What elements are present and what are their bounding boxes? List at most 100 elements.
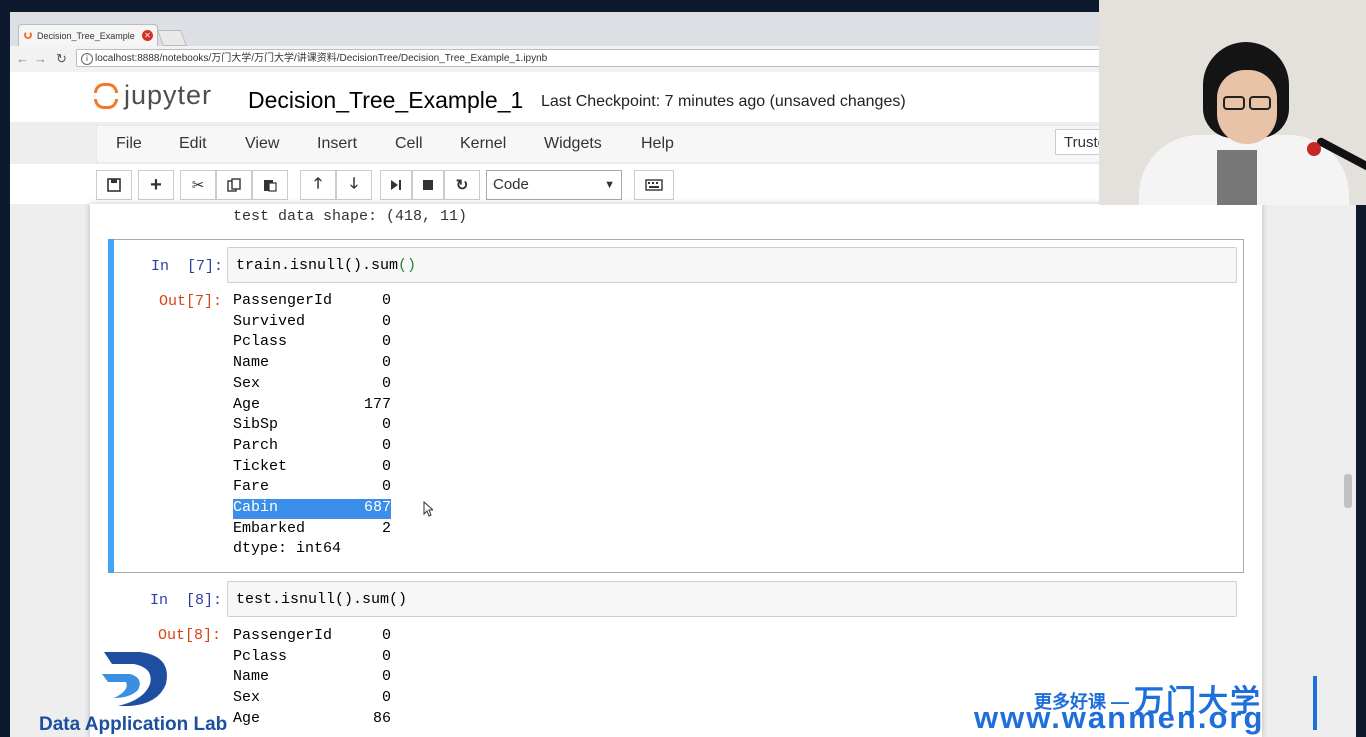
code-text-8: test.isnull().sum() bbox=[236, 591, 408, 608]
output-7-row-value: 0 bbox=[381, 312, 391, 330]
jupyter-logo-icon bbox=[94, 81, 118, 111]
output-7-row-value: 177 bbox=[363, 395, 391, 413]
output-8-row-value: 0 bbox=[381, 647, 391, 665]
menu-insert[interactable]: Insert bbox=[317, 135, 357, 153]
menu-widgets[interactable]: Widgets bbox=[544, 135, 602, 153]
paste-icon bbox=[264, 180, 277, 192]
move-down-button[interactable]: 🡓 bbox=[336, 170, 372, 200]
browser-tab-title: Decision_Tree_Example bbox=[37, 30, 135, 41]
cut-button[interactable]: ✂ bbox=[180, 170, 216, 200]
in-prompt-7: In [7]: bbox=[151, 258, 224, 275]
notebook-title[interactable]: Decision_Tree_Example_1 bbox=[248, 87, 523, 114]
menu-edit[interactable]: Edit bbox=[179, 135, 207, 153]
code-cell-7[interactable]: In [7]: train.isnull().sum() Out[7]: Pas… bbox=[108, 239, 1244, 573]
in-prompt-8: In [8]: bbox=[150, 592, 223, 609]
output-7-row-key: SibSp bbox=[233, 416, 279, 434]
refresh-icon: ↻ bbox=[455, 177, 469, 194]
scrollbar-thumb[interactable] bbox=[1344, 474, 1352, 508]
output-7-row-value: 0 bbox=[381, 333, 391, 351]
output-7-row: Embarked 2 bbox=[233, 520, 391, 540]
output-7-row: SibSp 0 bbox=[233, 416, 391, 436]
code-input-7[interactable]: train.isnull().sum() bbox=[227, 247, 1237, 283]
output-7-row-value: 0 bbox=[381, 436, 391, 454]
interrupt-button[interactable] bbox=[412, 170, 444, 200]
insert-cell-button[interactable]: + bbox=[138, 170, 174, 200]
output-8-row-value: 0 bbox=[381, 668, 391, 686]
menu-help[interactable]: Help bbox=[641, 135, 674, 153]
output-8-row: Name 0 bbox=[233, 668, 391, 688]
output-7-row-key: Parch bbox=[233, 436, 279, 454]
back-icon[interactable]: ← bbox=[16, 51, 29, 66]
jupyter-logo-text: jupyter bbox=[124, 80, 213, 110]
output-8-row: Sex 0 bbox=[233, 689, 391, 709]
reload-icon[interactable]: ↻ bbox=[56, 51, 67, 67]
data-application-lab-text: Data Application Lab bbox=[39, 714, 228, 735]
command-palette-button[interactable] bbox=[634, 170, 674, 200]
info-icon[interactable]: i bbox=[81, 53, 93, 65]
previous-output: test data shape: (418, 11) bbox=[233, 208, 468, 225]
output-8-row-value: 0 bbox=[381, 627, 391, 644]
output-8-row-key: Name bbox=[233, 668, 270, 686]
output-7-row-key: Embarked bbox=[233, 519, 306, 537]
output-7-row: Sex 0 bbox=[233, 375, 391, 395]
jupyter-logo[interactable]: jupyter bbox=[94, 80, 212, 111]
output-7-row-key: Cabin bbox=[233, 499, 279, 516]
output-7-row-value: 0 bbox=[381, 354, 391, 372]
forward-icon[interactable]: → bbox=[34, 51, 47, 66]
move-up-button[interactable]: 🡑 bbox=[300, 170, 336, 200]
code-text-7: train.isnull().sum() bbox=[236, 257, 417, 274]
restart-button[interactable]: ↻ bbox=[444, 170, 480, 200]
output-7-row-key: Fare bbox=[233, 478, 270, 496]
selected-cell-indicator bbox=[108, 239, 114, 573]
new-tab-button[interactable] bbox=[157, 30, 187, 46]
data-application-lab-logo bbox=[102, 652, 167, 706]
run-button[interactable] bbox=[380, 170, 412, 200]
output-7-row: Parch 0 bbox=[233, 437, 391, 457]
output-7-row-key: Sex bbox=[233, 374, 261, 392]
menu-file[interactable]: File bbox=[116, 135, 142, 153]
watermark-divider bbox=[1313, 676, 1317, 730]
output-7-row-key: PassengerId bbox=[233, 292, 333, 309]
output-7-row-key: Ticket bbox=[233, 457, 288, 475]
output-7-row-key: Age bbox=[233, 395, 261, 413]
output-8-row-key: Age bbox=[233, 709, 261, 727]
keyboard-icon bbox=[645, 179, 663, 191]
output-7-row-value: 0 bbox=[381, 374, 391, 392]
output-7-row: Age 177 bbox=[233, 396, 391, 416]
stop-icon bbox=[423, 180, 433, 190]
arrow-down-icon: 🡓 bbox=[350, 174, 358, 192]
notebook-page: test data shape: (418, 11) In [7]: train… bbox=[90, 204, 1262, 737]
cell-type-select[interactable]: Code ▼ bbox=[486, 170, 622, 200]
copy-icon bbox=[227, 178, 241, 192]
webcam-overlay bbox=[1099, 0, 1366, 205]
copy-button[interactable] bbox=[216, 170, 252, 200]
jupyter-favicon-icon bbox=[24, 31, 32, 39]
browser-tab[interactable]: Decision_Tree_Example ✕ bbox=[18, 24, 158, 46]
output-8-row: Age 86 bbox=[233, 710, 391, 730]
output-7-row-value: 2 bbox=[381, 519, 391, 537]
output-7-row-value: 0 bbox=[381, 292, 391, 309]
menu-cell[interactable]: Cell bbox=[395, 135, 423, 153]
close-tab-icon[interactable]: ✕ bbox=[142, 30, 153, 41]
save-button[interactable] bbox=[96, 170, 132, 200]
output-7-row-key: Name bbox=[233, 354, 270, 372]
output-8-row-key: Pclass bbox=[233, 647, 288, 665]
mouse-cursor-icon bbox=[423, 501, 433, 517]
menu-view[interactable]: View bbox=[245, 135, 279, 153]
output-8-row-value: 0 bbox=[381, 689, 391, 707]
output-7-row: PassengerId 0 bbox=[233, 292, 391, 312]
menu-kernel[interactable]: Kernel bbox=[460, 135, 506, 153]
plus-icon: + bbox=[150, 173, 162, 196]
output-7-row-key: Pclass bbox=[233, 333, 288, 351]
cell-type-value: Code bbox=[493, 176, 529, 193]
output-7-row: Name 0 bbox=[233, 354, 391, 374]
output-7-row-value: 0 bbox=[381, 416, 391, 434]
url-field[interactable]: i localhost:8888/notebooks/万门大学/万门大学/讲课资… bbox=[76, 49, 1106, 67]
output-7-row-value: 0 bbox=[381, 457, 391, 475]
output-7-row: Ticket 0 bbox=[233, 458, 391, 478]
url-text: localhost:8888/notebooks/万门大学/万门大学/讲课资料/… bbox=[95, 53, 548, 64]
paste-button[interactable] bbox=[252, 170, 288, 200]
code-input-8[interactable]: test.isnull().sum() bbox=[227, 581, 1237, 617]
output-7-row-value: 0 bbox=[381, 478, 391, 496]
scissors-icon: ✂ bbox=[191, 177, 205, 194]
